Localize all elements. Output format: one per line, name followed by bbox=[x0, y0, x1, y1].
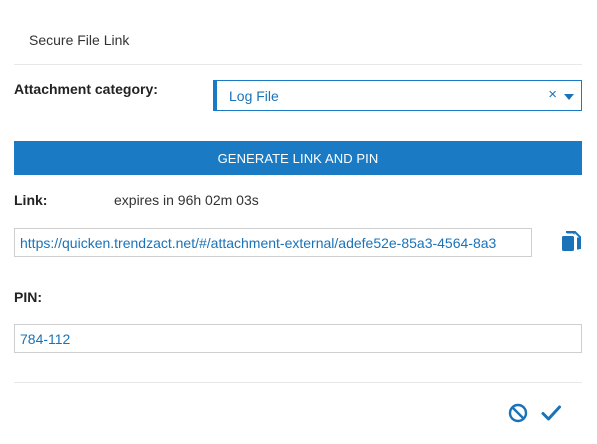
attachment-category-label: Attachment category: bbox=[14, 81, 158, 97]
attachment-category-value: Log File bbox=[229, 88, 279, 104]
attachment-category-select[interactable]: Log File × bbox=[213, 80, 582, 111]
footer-divider bbox=[14, 382, 582, 383]
link-url-field[interactable]: https://quicken.trendzact.net/#/attachme… bbox=[14, 228, 532, 257]
secure-file-link-dialog: Secure File Link Attachment category: Lo… bbox=[0, 0, 597, 444]
link-expiry-text: expires in 96h 02m 03s bbox=[114, 192, 259, 208]
copy-icon[interactable] bbox=[560, 230, 582, 254]
header-divider bbox=[14, 64, 582, 65]
checkmark-icon[interactable] bbox=[540, 402, 562, 424]
generate-link-and-pin-button[interactable]: GENERATE LINK AND PIN bbox=[14, 141, 582, 175]
link-label: Link: bbox=[14, 192, 48, 208]
ban-icon[interactable] bbox=[507, 402, 529, 424]
dialog-title: Secure File Link bbox=[29, 32, 130, 48]
pin-label: PIN: bbox=[14, 289, 42, 305]
close-icon[interactable]: × bbox=[548, 86, 557, 104]
pin-field[interactable]: 784-112 bbox=[14, 324, 582, 353]
chevron-down-icon[interactable] bbox=[564, 94, 574, 100]
